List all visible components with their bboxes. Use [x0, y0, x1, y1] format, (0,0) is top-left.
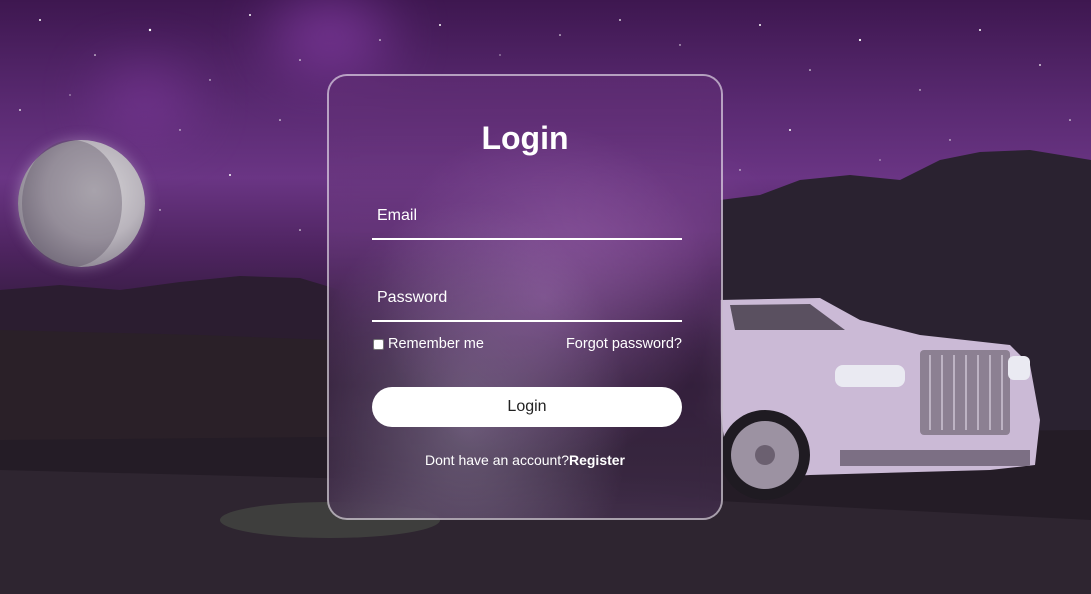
- password-field[interactable]: [372, 276, 682, 320]
- register-prompt: Dont have an account?: [424, 452, 569, 468]
- remember-me[interactable]: Remember me: [372, 336, 484, 352]
- email-field[interactable]: [372, 194, 682, 238]
- background-scene: Login Remember me Forgot password? Login…: [0, 0, 1091, 594]
- remember-label: Remember me: [388, 336, 484, 352]
- forgot-password-link[interactable]: Forgot password?: [566, 336, 682, 352]
- email-field-wrapper: [372, 194, 682, 240]
- register-link[interactable]: Register: [569, 452, 625, 468]
- checkbox-icon[interactable]: [373, 338, 384, 350]
- password-field-wrapper: [372, 276, 682, 322]
- register-line: Dont have an account?Register: [329, 452, 721, 468]
- login-title: Login: [481, 120, 569, 156]
- login-card: Login Remember me Forgot password? Login…: [327, 74, 723, 520]
- options-row: Remember me Forgot password?: [372, 334, 682, 354]
- car-image: [720, 298, 1040, 500]
- login-button[interactable]: Login: [372, 387, 682, 427]
